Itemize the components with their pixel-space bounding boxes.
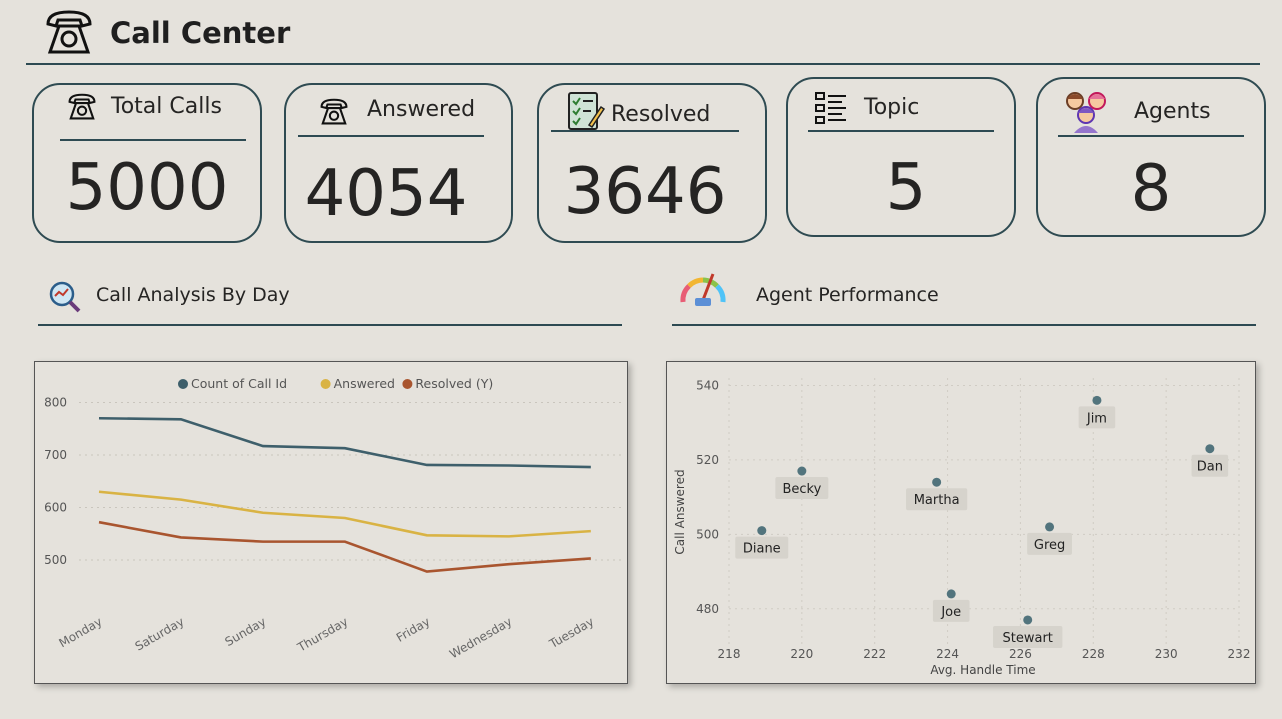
agents-icon — [1062, 87, 1110, 137]
y-tick-label: 540 — [696, 378, 719, 392]
phone-logo-icon — [42, 6, 96, 56]
data-label: Joe — [940, 605, 961, 620]
x-tick-label: Tuesday — [546, 614, 596, 651]
kpi-divider — [298, 135, 484, 137]
data-point — [1023, 615, 1033, 625]
data-label: Stewart — [1003, 631, 1053, 646]
kpi-value: 8 — [1130, 152, 1172, 226]
data-point — [932, 477, 942, 487]
x-tick-label: 226 — [1009, 647, 1032, 661]
x-tick-label: 220 — [790, 647, 813, 661]
y-tick-label: 500 — [696, 527, 719, 541]
x-tick-label: Friday — [394, 614, 433, 644]
legend-label: Count of Call Id — [191, 376, 287, 391]
list-icon — [814, 91, 848, 129]
data-label: Becky — [782, 482, 821, 497]
day-line-chart: 500 600 700 800 Monday Saturday Sunday Thursday… — [44, 376, 625, 661]
telephone-icon — [66, 91, 98, 125]
x-tick-label: 228 — [1082, 647, 1105, 661]
legend-label: Resolved (Y) — [415, 376, 493, 391]
page-title: Call Center — [110, 16, 291, 50]
kpi-divider — [1058, 135, 1244, 137]
y-tick-label: 520 — [696, 453, 719, 467]
y-tick-label: 500 — [44, 553, 67, 567]
y-tick-label: 480 — [696, 602, 719, 616]
kpi-divider — [60, 139, 246, 141]
x-tick-label: Saturday — [133, 614, 187, 653]
data-label: Greg — [1034, 538, 1065, 553]
data-point — [1205, 444, 1215, 454]
analysis-icon — [48, 280, 82, 318]
data-label: Dan — [1197, 460, 1223, 475]
legend-marker — [402, 379, 413, 389]
y-tick-label: 700 — [44, 448, 67, 462]
legend-label: Answered — [334, 376, 395, 391]
data-point — [1045, 522, 1055, 532]
y-axis-label: Call Answered — [673, 469, 687, 554]
header-divider — [26, 63, 1260, 65]
checklist-icon — [567, 91, 606, 135]
data-point — [757, 526, 767, 536]
day-line-chart-panel: 500 600 700 800 Monday Saturday Sunday Thursday… — [34, 361, 628, 684]
x-tick-label: Thursday — [294, 614, 350, 655]
data-point — [797, 466, 807, 476]
kpi-label: Answered — [367, 97, 476, 122]
x-tick-label: 230 — [1155, 647, 1178, 661]
x-axis-label: Avg. Handle Time — [930, 663, 1035, 677]
section-title-agent: Agent Performance — [756, 284, 939, 306]
x-tick-label: Sunday — [223, 614, 269, 649]
kpi-card-agents: Agents 8 — [1036, 77, 1266, 237]
x-tick-label: Monday — [56, 614, 104, 650]
gauge-icon — [679, 268, 727, 314]
data-label: Jim — [1086, 411, 1107, 426]
data-label: Martha — [914, 493, 960, 508]
section-divider — [672, 324, 1256, 326]
data-point — [1092, 395, 1102, 405]
kpi-value: 5 — [885, 151, 927, 225]
kpi-card-total-calls: Total Calls 5000 — [32, 83, 262, 243]
series-line — [98, 416, 591, 469]
kpi-value: 4054 — [304, 157, 468, 231]
kpi-value: 5000 — [65, 151, 229, 225]
section-divider — [38, 324, 622, 326]
telephone-icon — [318, 96, 350, 130]
agent-scatter-chart: 218 220 222 224 226 228 230 232 480 500 520 540 Avg.… — [673, 378, 1251, 677]
y-tick-label: 800 — [44, 396, 67, 410]
x-tick-label: 222 — [863, 647, 886, 661]
x-tick-label: 224 — [936, 647, 959, 661]
legend-marker — [320, 379, 331, 389]
kpi-card-resolved: Resolved 3646 — [537, 83, 767, 243]
kpi-divider — [551, 130, 739, 132]
kpi-card-topic: Topic 5 — [786, 77, 1016, 237]
x-tick-label: Wednesday — [447, 614, 514, 661]
legend-marker — [178, 379, 188, 389]
x-tick-label: 218 — [718, 647, 741, 661]
series-line — [98, 520, 591, 573]
kpi-divider — [808, 130, 994, 132]
y-tick-label: 600 — [44, 501, 67, 515]
kpi-label: Topic — [864, 95, 920, 120]
series-line — [98, 490, 591, 538]
kpi-card-answered: Answered 4054 — [284, 83, 513, 243]
kpi-label: Total Calls — [111, 94, 222, 119]
kpi-label: Resolved — [611, 102, 711, 127]
section-title-day: Call Analysis By Day — [96, 284, 290, 306]
agent-scatter-chart-panel: 218 220 222 224 226 228 230 232 480 500 520 540 Avg.… — [666, 361, 1256, 684]
x-tick-label: 232 — [1228, 647, 1251, 661]
data-label: Diane — [743, 542, 781, 557]
data-point — [946, 589, 956, 599]
kpi-value: 3646 — [563, 155, 727, 229]
kpi-label: Agents — [1134, 99, 1211, 124]
